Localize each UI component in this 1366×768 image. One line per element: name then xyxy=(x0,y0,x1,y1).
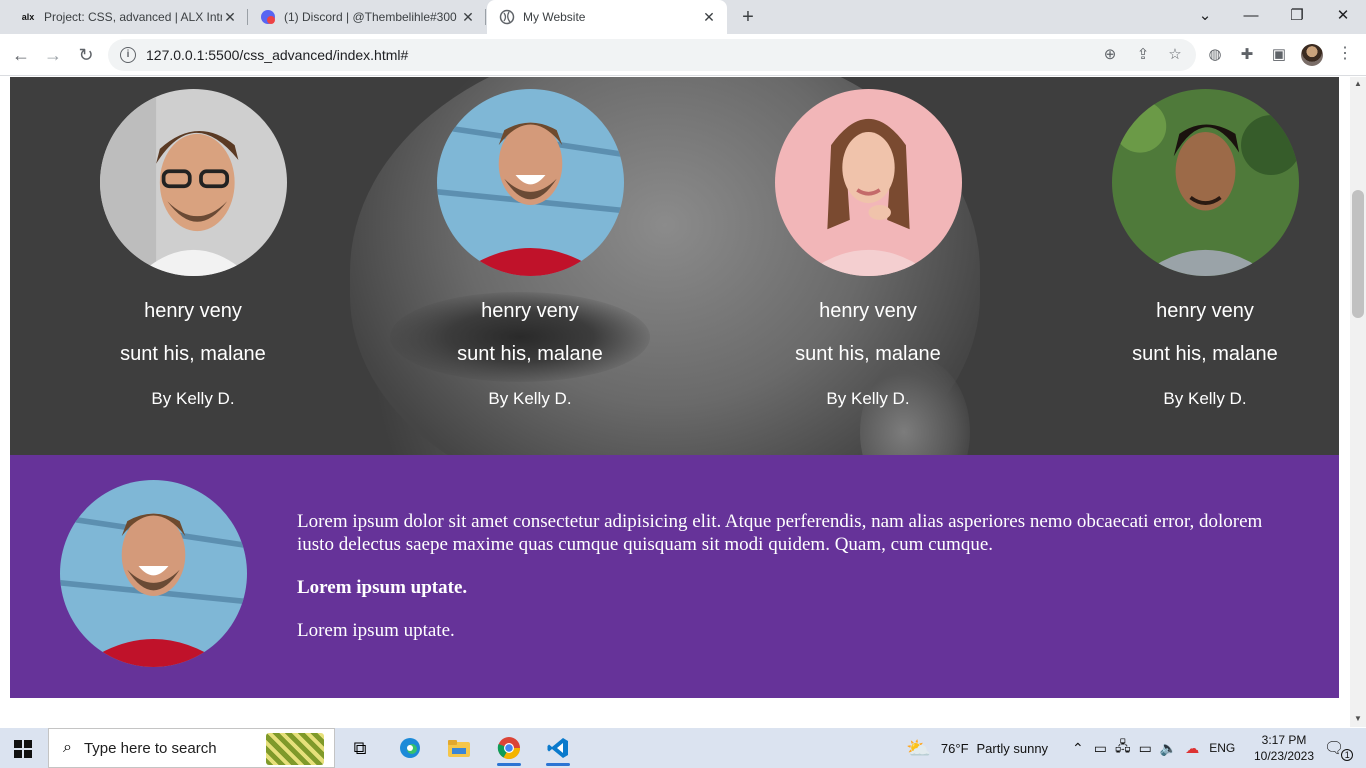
translate-globe-icon[interactable]: ◍ xyxy=(1205,45,1225,65)
scrollbar-thumb[interactable] xyxy=(1352,190,1364,318)
tab-search-chevron-icon[interactable]: ⌄ xyxy=(1182,0,1228,34)
language-indicator[interactable]: ENG xyxy=(1209,741,1235,755)
close-tab-icon[interactable]: ✕ xyxy=(460,9,476,26)
file-explorer-icon[interactable] xyxy=(439,732,479,764)
partly-sunny-weather-icon: ⛅ xyxy=(906,737,931,760)
feature-paragraph: Lorem ipsum dolor sit amet consectetur a… xyxy=(297,511,1263,555)
zoom-icon[interactable]: ⊕ xyxy=(1100,45,1120,65)
close-tab-icon[interactable]: ✕ xyxy=(701,9,717,26)
member-byline: By Kelly D. xyxy=(488,389,572,408)
member-role: sunt his, malane xyxy=(795,343,941,365)
side-panel-icon[interactable]: ▣ xyxy=(1269,45,1289,65)
team-card: henry veny sunt his, malane By Kelly D. xyxy=(33,77,353,455)
windows-start-icon[interactable] xyxy=(14,740,32,758)
back-arrow-icon[interactable]: ← xyxy=(8,42,34,68)
reload-icon[interactable]: ↻ xyxy=(73,42,99,68)
tab-discord[interactable]: (1) Discord | @Thembelihle#300 ✕ xyxy=(248,0,486,34)
new-tab-plus-icon[interactable]: + xyxy=(736,5,760,29)
vscode-icon[interactable] xyxy=(538,732,578,766)
onedrive-status-icon[interactable]: ☁ xyxy=(1185,740,1199,757)
search-highlight-art[interactable] xyxy=(266,733,324,765)
feature-bold-line: Lorem ipsum uptate. xyxy=(297,577,468,598)
volume-icon[interactable]: 🔈 xyxy=(1160,740,1177,757)
taskbar-search-box[interactable]: ⌕ Type here to search xyxy=(48,728,335,768)
member-role: sunt his, malane xyxy=(120,343,266,365)
team-card: henry veny sunt his, malane By Kelly D. xyxy=(708,77,1028,455)
page-viewport: henry veny sunt his, malane By Kelly D. … xyxy=(0,77,1350,727)
team-hero-section: henry veny sunt his, malane By Kelly D. … xyxy=(10,77,1339,507)
notification-count-badge: 1 xyxy=(1341,749,1354,761)
feature-section: Lorem ipsum dolor sit amet consectetur a… xyxy=(10,455,1339,698)
restore-icon[interactable]: ❐ xyxy=(1274,0,1320,34)
browser-tab-strip: alx Project: CSS, advanced | ALX Intr ✕ … xyxy=(0,0,1366,34)
edge-browser-icon[interactable] xyxy=(390,732,430,764)
member-name: henry veny xyxy=(1156,300,1254,322)
member-name: henry veny xyxy=(819,300,917,322)
weather-widget[interactable]: ⛅ 76°F Partly sunny xyxy=(906,728,1048,768)
extensions-puzzle-icon[interactable]: ✚ xyxy=(1237,45,1257,65)
forward-arrow-icon[interactable]: → xyxy=(40,42,66,68)
show-hidden-icons-chevron-icon[interactable]: ⌃ xyxy=(1072,740,1084,757)
meet-now-icon[interactable]: ▭ xyxy=(1094,740,1107,757)
member-byline: By Kelly D. xyxy=(151,389,235,408)
address-bar[interactable]: i 127.0.0.1:5500/css_advanced/index.html… xyxy=(108,39,1196,71)
member-byline: By Kelly D. xyxy=(1163,389,1247,408)
feature-photo-man-laughing xyxy=(60,480,247,667)
task-view-icon[interactable]: ⧉ xyxy=(340,732,380,764)
scroll-down-arrow-icon[interactable]: ▼ xyxy=(1350,712,1366,726)
share-icon[interactable]: ⇪ xyxy=(1133,45,1153,65)
bookmark-star-icon[interactable]: ☆ xyxy=(1165,45,1185,65)
minimize-icon[interactable]: — xyxy=(1228,0,1274,34)
member-role: sunt his, malane xyxy=(457,343,603,365)
network-icon[interactable]: 🖧 xyxy=(1115,736,1131,760)
member-role: sunt his, malane xyxy=(1132,343,1278,365)
profile-avatar[interactable] xyxy=(1301,44,1323,66)
member-name: henry veny xyxy=(481,300,579,322)
scroll-up-arrow-icon[interactable]: ▲ xyxy=(1350,77,1366,91)
team-card: henry veny sunt his, malane By Kelly D. xyxy=(1045,77,1350,455)
alx-favicon-icon: alx xyxy=(21,12,35,22)
browser-menu-icon[interactable]: ⋮ xyxy=(1336,43,1354,65)
feature-text: Lorem ipsum dolor sit amet consectetur a… xyxy=(297,510,1287,642)
globe-favicon-icon xyxy=(499,9,515,25)
close-window-icon[interactable]: ✕ xyxy=(1320,0,1366,34)
member-byline: By Kelly D. xyxy=(826,389,910,408)
team-card: henry veny sunt his, malane By Kelly D. xyxy=(370,77,690,455)
tab-alx-project[interactable]: alx Project: CSS, advanced | ALX Intr ✕ xyxy=(8,0,248,34)
close-tab-icon[interactable]: ✕ xyxy=(222,9,238,26)
notifications-icon[interactable]: 🗨 1 xyxy=(1324,728,1354,768)
system-tray: ⌃ ▭ 🖧 ▭ 🔈 ☁ ENG xyxy=(1072,728,1235,768)
discord-favicon-icon xyxy=(260,9,276,25)
taskbar-clock[interactable]: 3:17 PM 10/23/2023 xyxy=(1252,732,1316,764)
profile-photo-man-glasses xyxy=(100,89,287,276)
member-name: henry veny xyxy=(144,300,242,322)
battery-icon[interactable]: ▭ xyxy=(1139,740,1152,757)
profile-photo-man-green xyxy=(1112,89,1299,276)
chrome-browser-icon[interactable] xyxy=(489,732,529,766)
browser-toolbar: ← → ↻ i 127.0.0.1:5500/css_advanced/inde… xyxy=(0,34,1366,76)
tab-my-website[interactable]: My Website ✕ xyxy=(487,0,727,34)
windows-taskbar: ⌕ Type here to search ⧉ ⛅ 76°F Partly su… xyxy=(0,728,1366,768)
page-scrollbar[interactable] xyxy=(1350,77,1366,727)
profile-photo-man-laughing xyxy=(437,89,624,276)
site-info-icon[interactable]: i xyxy=(120,47,136,63)
feature-plain-line: Lorem ipsum uptate. xyxy=(297,620,455,641)
search-icon: ⌕ xyxy=(63,739,72,756)
profile-photo-woman-pink xyxy=(775,89,962,276)
